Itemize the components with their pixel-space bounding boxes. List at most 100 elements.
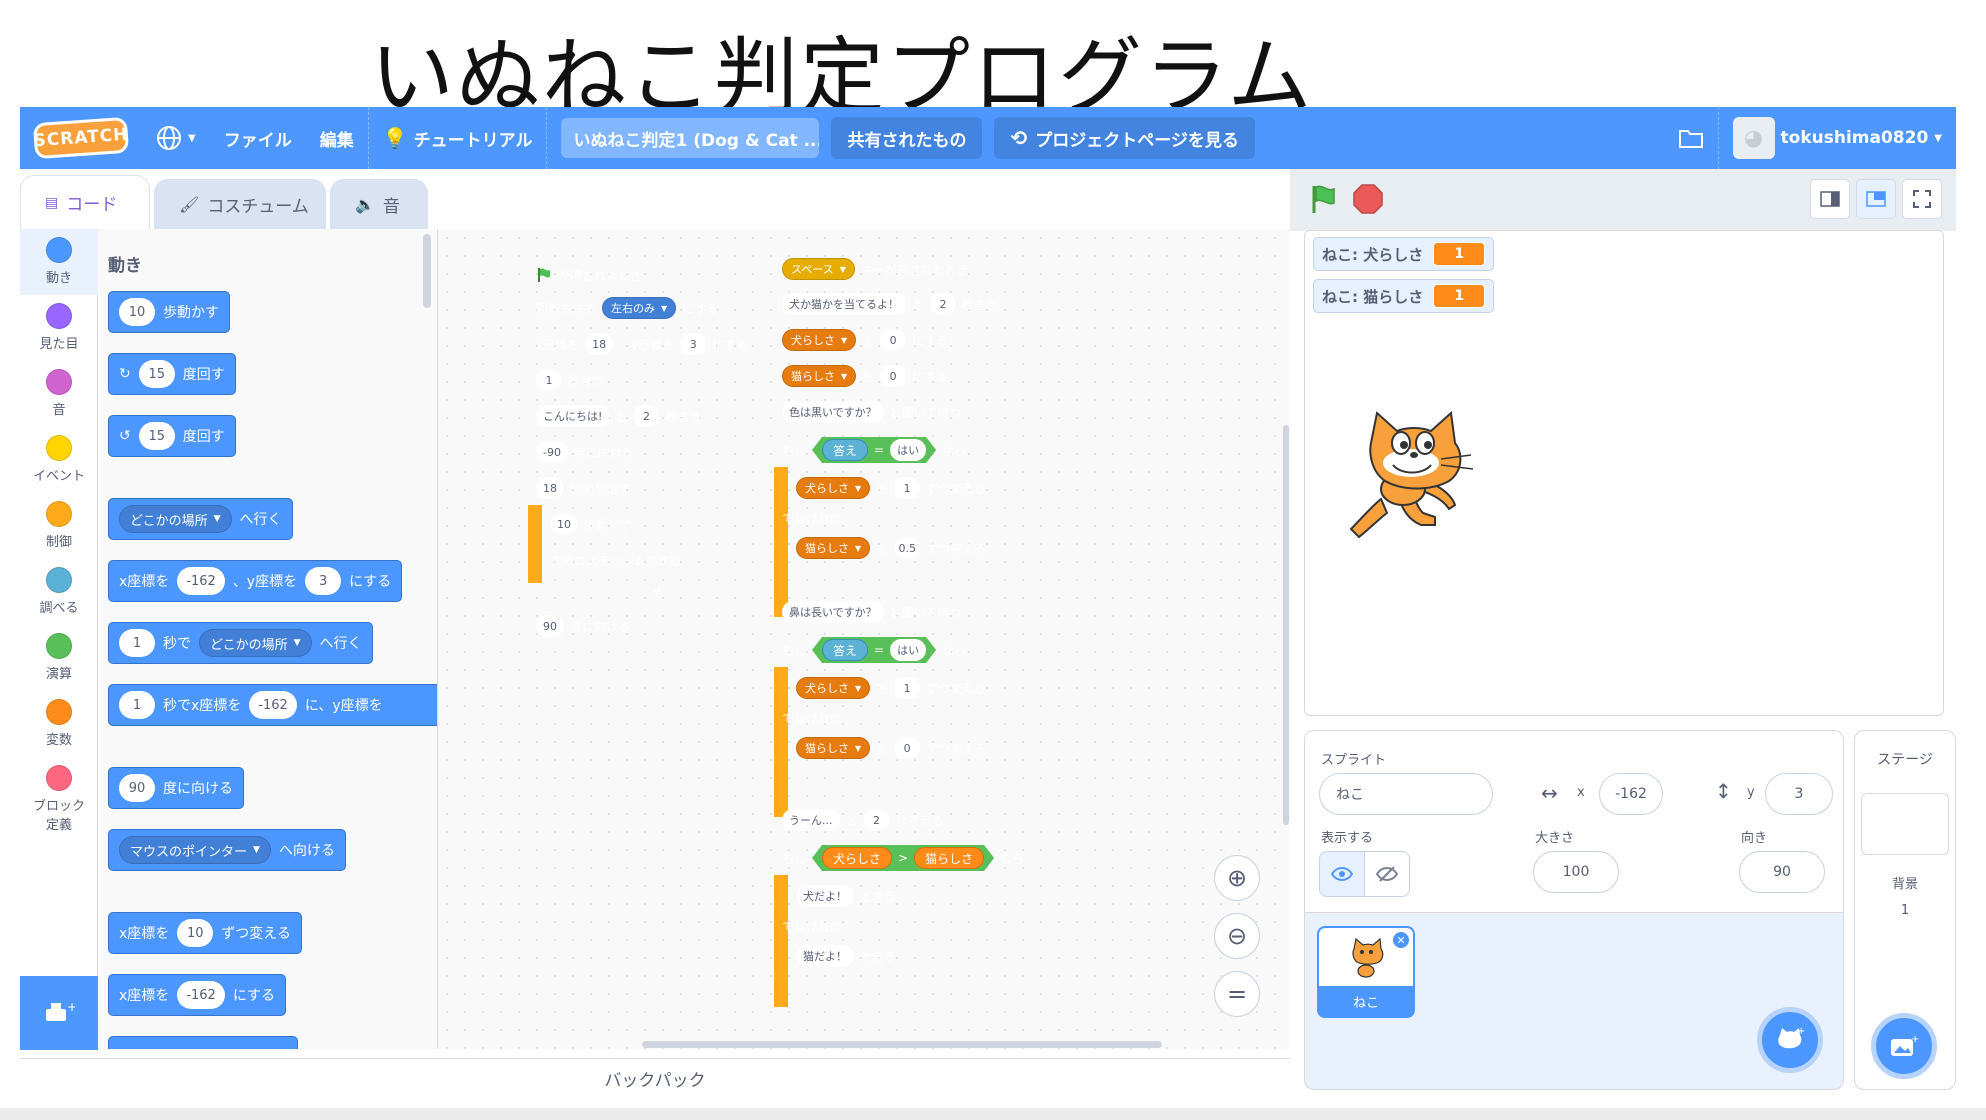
category-sensing[interactable]: 調べる: [20, 567, 98, 616]
shared-button[interactable]: 共有されたもの: [831, 117, 983, 159]
seconds-input[interactable]: 1: [536, 369, 562, 391]
category-my-blocks[interactable]: ブロック定義: [20, 765, 98, 833]
target-dropdown[interactable]: どこかの場所 ▼: [199, 629, 312, 657]
rotation-style-dropdown[interactable]: 左右のみ ▼: [602, 297, 677, 319]
tab-code[interactable]: ▤ コード: [20, 175, 150, 229]
category-events[interactable]: イベント: [20, 435, 98, 484]
category-control[interactable]: 制御: [20, 501, 98, 550]
size-input[interactable]: 100: [1533, 851, 1619, 893]
answer-reporter[interactable]: 答え: [822, 439, 868, 461]
block-move-steps[interactable]: 10 歩動かす: [108, 291, 230, 333]
change-variable-block[interactable]: 猫らしさ ▼ を 0 ずつ変える: [788, 731, 986, 765]
see-project-page-button[interactable]: ⟲ プロジェクトページを見る: [994, 117, 1255, 159]
value-input[interactable]: 1: [894, 677, 921, 699]
change-variable-block[interactable]: 猫らしさ ▼ を 0.5 ずつ変える: [788, 531, 994, 565]
variable-dropdown[interactable]: 犬らしさ ▼: [796, 477, 871, 499]
edit-menu[interactable]: 編集: [306, 107, 368, 169]
block-glide[interactable]: 1 秒で どこかの場所 ▼ へ行く: [108, 622, 373, 664]
say-block[interactable]: 犬だよ！ と言う: [788, 879, 934, 913]
block-change-x[interactable]: x座標を 10 ずつ変える: [108, 912, 302, 954]
count-input[interactable]: 18: [536, 477, 564, 499]
move-steps-block[interactable]: 10 歩動かす: [542, 507, 666, 541]
backpack[interactable]: バックパック: [20, 1058, 1290, 1098]
key-dropdown[interactable]: スペース ▼: [782, 258, 855, 280]
tab-sound[interactable]: 🔈 音: [330, 179, 428, 229]
if-else-block[interactable]: もし 答え = はい なら: [774, 631, 1014, 669]
point-direction-block[interactable]: 90 度に向ける: [528, 609, 668, 643]
seconds-input[interactable]: 2: [863, 809, 890, 831]
when-key-pressed-block[interactable]: スペース ▼ キーが押されたとき: [774, 245, 984, 285]
delete-sprite-button[interactable]: ✕: [1391, 930, 1411, 950]
x-input[interactable]: -162: [177, 981, 225, 1009]
block-goto-xy[interactable]: x座標を -162 、y座標を 3 にする: [108, 560, 403, 602]
direction-input[interactable]: 90: [119, 774, 155, 802]
stage-selector[interactable]: ステージ 背景 1 +: [1854, 730, 1956, 1090]
answer-reporter[interactable]: 答え: [822, 639, 868, 661]
set-variable-block[interactable]: 犬らしさ ▼ を 0 にする: [774, 323, 996, 357]
zoom-in-button[interactable]: ⊕: [1214, 855, 1260, 901]
next-costume-block[interactable]: 次のコスチュームにする: [542, 543, 690, 577]
block-partial[interactable]: [108, 1036, 298, 1049]
variable-dropdown[interactable]: 犬らしさ ▼: [782, 329, 857, 351]
message-input[interactable]: こんにちは!: [536, 405, 610, 427]
greater-than-operator[interactable]: 犬らしさ > 猫らしさ: [812, 845, 994, 871]
category-looks[interactable]: 見た目: [20, 303, 98, 352]
sprite-name-input[interactable]: ねこ: [1319, 773, 1493, 815]
large-stage-button[interactable]: [1856, 179, 1896, 219]
goto-xy-block[interactable]: x座標を 18 、y座標を 3 にする: [528, 327, 760, 361]
category-sound[interactable]: 音: [20, 369, 98, 418]
show-hidden-button[interactable]: [1364, 851, 1410, 897]
if-else-block[interactable]: もし 犬らしさ > 猫らしさ なら: [774, 839, 1038, 877]
script-area[interactable]: が押されたとき 回転方法を 左右のみ ▼ にする x座標を 18 、y座標を 3 …: [438, 229, 1290, 1049]
variable-dropdown[interactable]: 犬らしさ ▼: [796, 677, 871, 699]
value-input[interactable]: 0: [880, 365, 907, 387]
sprite-thumbnail[interactable]: ねこ ✕: [1317, 926, 1415, 1018]
value-input[interactable]: 1: [894, 477, 921, 499]
dogness-reporter[interactable]: 犬らしさ: [822, 847, 892, 869]
block-glide-xy[interactable]: 1 秒でx座標を -162 に、y座標を: [108, 684, 437, 726]
account-menu[interactable]: ◕ tokushima0820 ▼: [1719, 107, 1956, 169]
question-input[interactable]: 色は黒いですか？: [782, 401, 884, 423]
project-title-input[interactable]: いぬねこ判定1 (Dog & Cat ...: [561, 118, 820, 158]
value-input[interactable]: はい: [890, 439, 926, 461]
seconds-input[interactable]: 1: [119, 691, 155, 719]
variable-dropdown[interactable]: 猫らしさ ▼: [782, 365, 857, 387]
target-dropdown[interactable]: マウスのポインター ▼: [119, 836, 271, 864]
tutorial-menu[interactable]: 💡 チュートリアル: [369, 107, 547, 169]
stage[interactable]: ねこ: 犬らしさ 1 ねこ: 猫らしさ 1: [1304, 230, 1944, 716]
value-input[interactable]: 0: [880, 329, 907, 351]
zoom-reset-button[interactable]: =: [1214, 971, 1260, 1017]
point-direction-block[interactable]: -90 度に向ける: [528, 435, 672, 469]
say-for-secs-block[interactable]: 犬か猫かを当てるよ！ と 2 秒言う: [774, 287, 1052, 321]
value-input[interactable]: 0.5: [894, 537, 921, 559]
change-variable-block[interactable]: 犬らしさ ▼ を 1 ずつ変える: [788, 471, 986, 505]
stop-button[interactable]: [1352, 183, 1384, 215]
block-point-towards[interactable]: マウスのポインター ▼ へ向ける: [108, 829, 346, 871]
block-set-x[interactable]: x座標を -162 にする: [108, 974, 286, 1016]
message-input[interactable]: 犬だよ！: [796, 885, 854, 907]
block-turn-right[interactable]: ↻ 15 度回す: [108, 353, 236, 395]
add-extension-button[interactable]: +: [20, 976, 98, 1050]
seconds-input[interactable]: 2: [633, 405, 660, 427]
change-variable-block[interactable]: 犬らしさ ▼ を 1 ずつ変える: [788, 671, 986, 705]
x-input[interactable]: -162: [249, 691, 297, 719]
if-else-block[interactable]: もし 答え = はい なら: [774, 431, 1014, 469]
script-vertical-scrollbar[interactable]: [1283, 425, 1289, 825]
message-input[interactable]: 犬か猫かを当てるよ！: [782, 293, 906, 315]
think-for-secs-block[interactable]: うーん... と 2 秒考える: [774, 803, 988, 837]
set-rotation-style-block[interactable]: 回転方法を 左右のみ ▼ にする: [528, 291, 718, 325]
tab-costume[interactable]: 🖌 コスチューム: [154, 179, 326, 229]
degrees-input[interactable]: 15: [138, 422, 175, 450]
say-for-secs-block[interactable]: こんにちは! と 2 秒言う: [528, 399, 750, 433]
y-input[interactable]: 3: [1765, 773, 1833, 815]
block-goto[interactable]: どこかの場所 ▼ へ行く: [108, 498, 293, 540]
variable-dropdown[interactable]: 猫らしさ ▼: [796, 737, 871, 759]
seconds-input[interactable]: 2: [930, 293, 957, 315]
category-variables[interactable]: 変数: [20, 699, 98, 748]
fullscreen-button[interactable]: [1902, 179, 1942, 219]
cat-sprite[interactable]: [1341, 403, 1483, 543]
variable-dropdown[interactable]: 猫らしさ ▼: [796, 537, 871, 559]
category-operators[interactable]: 演算: [20, 633, 98, 682]
equals-operator[interactable]: 答え = はい: [812, 637, 936, 663]
show-visible-button[interactable]: [1319, 851, 1365, 897]
